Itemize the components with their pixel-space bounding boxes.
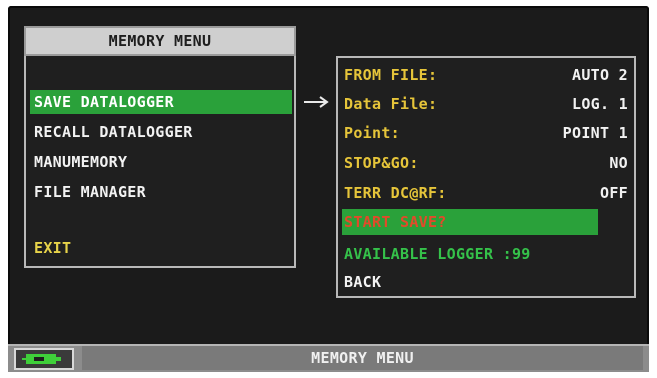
available-logger-text: AVAILABLE LOGGER :99 [344, 245, 531, 263]
status-bar-title: MEMORY MENU [82, 346, 643, 370]
stop-and-go-value: NO [609, 154, 628, 172]
from-file-row[interactable]: FROM FILE: AUTO 2 [344, 62, 628, 88]
menu-item-manumemory[interactable]: MANUMEMORY [30, 150, 292, 174]
point-label: Point: [344, 124, 400, 142]
data-file-row[interactable]: Data File: LOG. 1 [344, 91, 628, 117]
terr-dc-rf-row[interactable]: TERR DC@RF: OFF [344, 180, 628, 206]
stop-and-go-label: STOP&GO: [344, 154, 419, 172]
menu-item-file-manager[interactable]: FILE MANAGER [30, 180, 292, 204]
from-file-value: AUTO 2 [572, 66, 628, 84]
point-value: POINT 1 [562, 124, 628, 142]
device-display: MEMORY MENU SAVE DATALOGGER RECALL DATAL… [0, 0, 657, 378]
battery-icon [22, 354, 61, 364]
menu-item-exit[interactable]: EXIT [30, 236, 292, 260]
data-file-label: Data File: [344, 95, 438, 113]
arrow-right-icon [304, 96, 329, 108]
from-file-label: FROM FILE: [344, 66, 438, 84]
status-bar: MEMORY MENU [8, 344, 649, 372]
memory-menu-panel: SAVE DATALOGGER RECALL DATALOGGER MANUME… [24, 56, 296, 268]
save-datalogger-panel: FROM FILE: AUTO 2 Data File: LOG. 1 Poin… [336, 56, 636, 298]
start-save-button[interactable]: START SAVE? [342, 209, 598, 235]
terr-dc-rf-value: OFF [600, 184, 628, 202]
battery-indicator [14, 348, 74, 370]
memory-menu-title: MEMORY MENU [24, 26, 296, 56]
data-file-value: LOG. 1 [572, 95, 628, 113]
point-row[interactable]: Point: POINT 1 [344, 120, 628, 146]
terr-dc-rf-label: TERR DC@RF: [344, 184, 447, 202]
back-button[interactable]: BACK [344, 269, 381, 295]
stop-and-go-row[interactable]: STOP&GO: NO [344, 150, 628, 176]
menu-item-recall-datalogger[interactable]: RECALL DATALOGGER [30, 120, 292, 144]
menu-item-save-datalogger[interactable]: SAVE DATALOGGER [30, 90, 292, 114]
